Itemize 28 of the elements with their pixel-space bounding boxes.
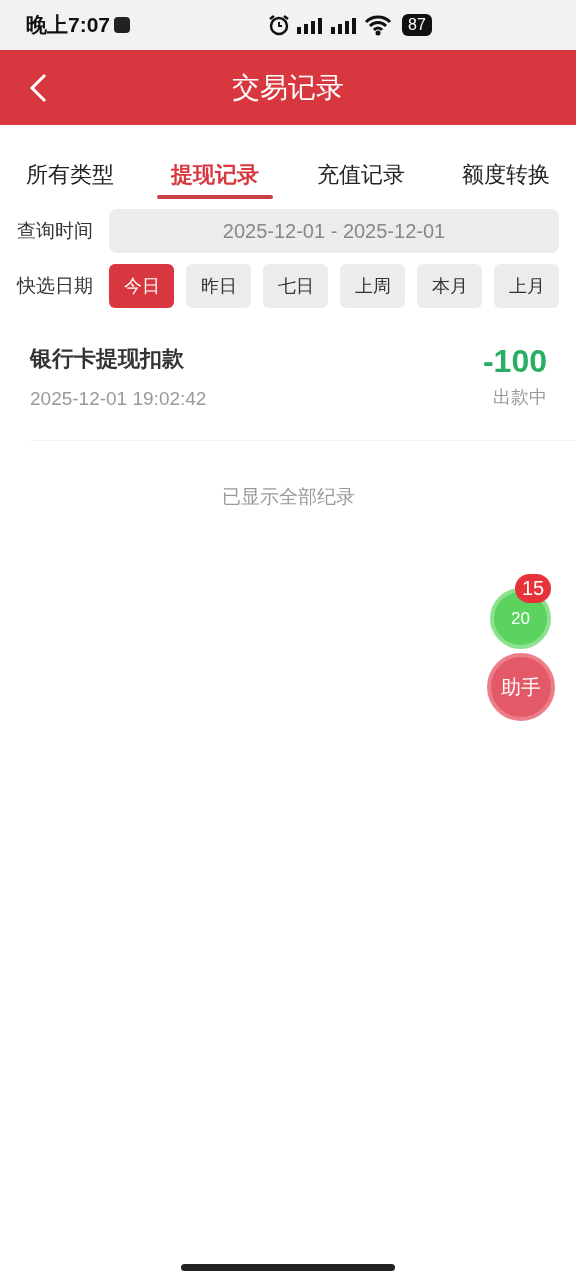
end-of-list-note: 已显示全部纪录 xyxy=(221,485,355,507)
app-icon xyxy=(114,17,131,33)
date-chip[interactable]: 上月 xyxy=(494,264,559,308)
date-chip[interactable]: 今日 xyxy=(109,264,174,308)
date-chip[interactable]: 上周 xyxy=(340,264,405,308)
status-time: 晚上7:07 xyxy=(26,12,111,39)
tab[interactable]: 额度转换 xyxy=(448,125,564,201)
record-amount: -100 xyxy=(482,342,547,380)
assistant-button[interactable]: 助手 xyxy=(487,653,555,721)
date-chip[interactable]: 昨日 xyxy=(186,264,251,308)
record-title: 银行卡提现扣款 xyxy=(30,345,185,373)
tab[interactable]: 所有类型 xyxy=(12,125,128,201)
back-icon[interactable] xyxy=(28,73,48,103)
tab[interactable]: 提现记录 xyxy=(157,125,274,201)
date-chip[interactable]: 本月 xyxy=(417,264,482,308)
page-title: 交易记录 xyxy=(232,70,344,105)
battery-indicator: 87 xyxy=(402,14,432,36)
signal-icon xyxy=(296,15,325,35)
date-chip[interactable]: 七日 xyxy=(263,264,328,308)
notification-badge: 15 xyxy=(515,574,551,603)
signal-icon xyxy=(330,15,359,35)
wifi-icon xyxy=(364,14,393,36)
alarm-icon xyxy=(268,14,291,36)
field-label: 快选日期 xyxy=(17,273,94,298)
record-time: 2025-12-01 19:02:42 xyxy=(30,387,207,411)
field-label: 查询时间 xyxy=(17,218,94,243)
record-status: 出款中 xyxy=(493,386,547,409)
tab[interactable]: 充值记录 xyxy=(302,125,419,201)
